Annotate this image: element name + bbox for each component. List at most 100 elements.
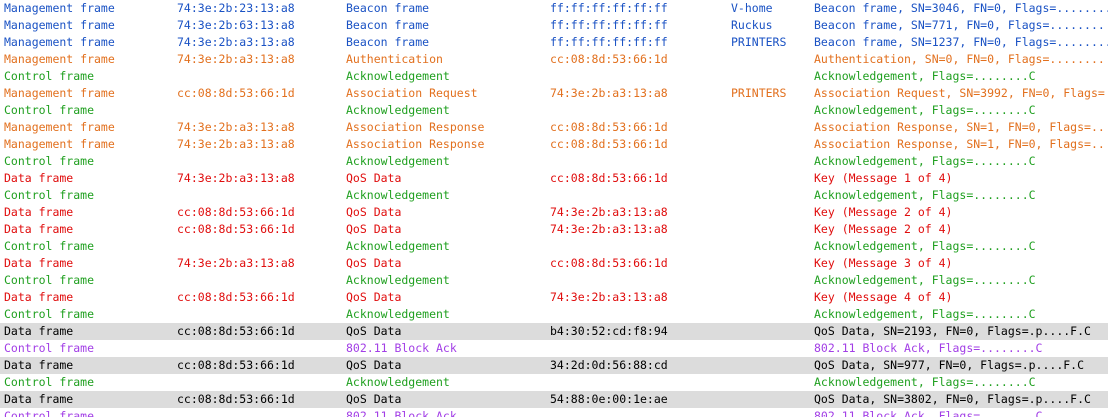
frame-subtype-cell: Acknowledgement bbox=[346, 103, 450, 117]
packet-row[interactable]: Control frame 802.11 Block Ack 802.11 Bloc… bbox=[0, 340, 1108, 357]
destination-address-cell: ff:ff:ff:ff:ff:ff bbox=[550, 1, 668, 15]
source-address-cell bbox=[177, 153, 345, 170]
packet-row[interactable]: Management frame 74:3e:2b:63:13:a8 Beacon … bbox=[0, 17, 1108, 34]
destination-address-cell: 54:88:0e:00:1e:ae bbox=[550, 392, 668, 406]
frame-type-cell: Data frame bbox=[4, 222, 74, 236]
packet-row[interactable]: Control frame Acknowledgement Acknowledgem… bbox=[0, 68, 1108, 85]
source-address-cell bbox=[177, 340, 345, 357]
packet-row[interactable]: Data frame cc:08:8d:53:66:1d QoS Data 34:2d… bbox=[0, 357, 1108, 374]
packet-row[interactable]: Data frame cc:08:8d:53:66:1d QoS Data 74:3e… bbox=[0, 289, 1108, 306]
ssid-cell bbox=[731, 153, 813, 170]
packet-list[interactable]: Management frame 74:3e:2b:23:13:a8 Beacon … bbox=[0, 0, 1108, 417]
destination-address-cell: cc:08:8d:53:66:1d bbox=[550, 256, 668, 270]
packet-row[interactable]: Data frame cc:08:8d:53:66:1d QoS Data b4:30… bbox=[0, 323, 1108, 340]
ssid-cell bbox=[731, 391, 813, 408]
info-cell: QoS Data, SN=3802, FN=0, Flags=.p....F.C bbox=[814, 392, 1091, 406]
frame-subtype-cell: Acknowledgement bbox=[346, 273, 450, 287]
info-cell: QoS Data, SN=2193, FN=0, Flags=.p....F.C bbox=[814, 324, 1091, 338]
source-address-cell: cc:08:8d:53:66:1d bbox=[177, 86, 295, 100]
frame-type-cell: Control frame bbox=[4, 69, 95, 83]
packet-row[interactable]: Control frame Acknowledgement Acknowledgem… bbox=[0, 102, 1108, 119]
destination-address-cell bbox=[550, 187, 728, 204]
frame-type-cell: Control frame bbox=[4, 273, 95, 287]
frame-type-cell: Management frame bbox=[4, 35, 115, 49]
frame-subtype-cell: QoS Data bbox=[346, 358, 402, 372]
frame-subtype-cell: 802.11 Block Ack bbox=[346, 409, 457, 417]
frame-subtype-cell: Acknowledgement bbox=[346, 188, 450, 202]
destination-address-cell: ff:ff:ff:ff:ff:ff bbox=[550, 35, 668, 49]
info-cell: Key (Message 1 of 4) bbox=[814, 171, 953, 185]
frame-type-cell: Control frame bbox=[4, 103, 95, 117]
packet-row[interactable]: Control frame Acknowledgement Acknowledgem… bbox=[0, 187, 1108, 204]
packet-row[interactable]: Data frame cc:08:8d:53:66:1d QoS Data 74:3e… bbox=[0, 221, 1108, 238]
packet-row[interactable]: Management frame 74:3e:2b:a3:13:a8 Associa… bbox=[0, 136, 1108, 153]
ssid-cell: PRINTERS bbox=[731, 35, 787, 49]
destination-address-cell: cc:08:8d:53:66:1d bbox=[550, 137, 668, 151]
packet-row[interactable]: Data frame 74:3e:2b:a3:13:a8 QoS Data cc:08… bbox=[0, 255, 1108, 272]
info-cell: Acknowledgement, Flags=........C bbox=[814, 375, 1036, 389]
packet-row[interactable]: Management frame 74:3e:2b:23:13:a8 Beacon … bbox=[0, 0, 1108, 17]
info-cell: Acknowledgement, Flags=........C bbox=[814, 239, 1036, 253]
source-address-cell: 74:3e:2b:a3:13:a8 bbox=[177, 35, 295, 49]
packet-row[interactable]: Control frame Acknowledgement Acknowledgem… bbox=[0, 374, 1108, 391]
packet-row[interactable]: Control frame Acknowledgement Acknowledgem… bbox=[0, 238, 1108, 255]
ssid-cell bbox=[731, 272, 813, 289]
destination-address-cell: 74:3e:2b:a3:13:a8 bbox=[550, 222, 668, 236]
frame-type-cell: Control frame bbox=[4, 154, 95, 168]
frame-subtype-cell: Beacon frame bbox=[346, 18, 430, 32]
packet-row[interactable]: Management frame cc:08:8d:53:66:1d Associa… bbox=[0, 85, 1108, 102]
frame-subtype-cell: Acknowledgement bbox=[346, 69, 450, 83]
packet-row[interactable]: Control frame Acknowledgement Acknowledgem… bbox=[0, 272, 1108, 289]
destination-address-cell bbox=[550, 153, 728, 170]
destination-address-cell: ff:ff:ff:ff:ff:ff bbox=[550, 18, 668, 32]
packet-row[interactable]: Management frame 74:3e:2b:a3:13:a8 Authent… bbox=[0, 51, 1108, 68]
ssid-cell bbox=[731, 51, 813, 68]
info-cell: Key (Message 2 of 4) bbox=[814, 205, 953, 219]
frame-type-cell: Data frame bbox=[4, 205, 74, 219]
destination-address-cell bbox=[550, 408, 728, 417]
frame-subtype-cell: QoS Data bbox=[346, 256, 402, 270]
ssid-cell: V-home bbox=[731, 1, 773, 15]
packet-row[interactable]: Control frame Acknowledgement Acknowledgem… bbox=[0, 306, 1108, 323]
packet-row[interactable]: Data frame cc:08:8d:53:66:1d QoS Data 54:88… bbox=[0, 391, 1108, 408]
packet-row[interactable]: Management frame 74:3e:2b:a3:13:a8 Beacon … bbox=[0, 34, 1108, 51]
info-cell: Key (Message 2 of 4) bbox=[814, 222, 953, 236]
ssid-cell bbox=[731, 306, 813, 323]
source-address-cell: 74:3e:2b:63:13:a8 bbox=[177, 18, 295, 32]
packet-row[interactable]: Data frame cc:08:8d:53:66:1d QoS Data 74:3e… bbox=[0, 204, 1108, 221]
source-address-cell: 74:3e:2b:a3:13:a8 bbox=[177, 171, 295, 185]
destination-address-cell bbox=[550, 272, 728, 289]
destination-address-cell bbox=[550, 340, 728, 357]
destination-address-cell bbox=[550, 102, 728, 119]
frame-subtype-cell: Acknowledgement bbox=[346, 239, 450, 253]
frame-type-cell: Control frame bbox=[4, 341, 95, 355]
frame-type-cell: Control frame bbox=[4, 409, 95, 417]
info-cell: Association Response, SN=1, FN=0, Flags=… bbox=[814, 120, 1105, 134]
frame-type-cell: Management frame bbox=[4, 18, 115, 32]
source-address-cell: cc:08:8d:53:66:1d bbox=[177, 205, 295, 219]
info-cell: Association Request, SN=3992, FN=0, Flag… bbox=[814, 86, 1105, 100]
destination-address-cell: 34:2d:0d:56:88:cd bbox=[550, 358, 668, 372]
frame-subtype-cell: QoS Data bbox=[346, 392, 402, 406]
source-address-cell bbox=[177, 306, 345, 323]
frame-subtype-cell: Beacon frame bbox=[346, 35, 430, 49]
packet-row[interactable]: Data frame 74:3e:2b:a3:13:a8 QoS Data cc:08… bbox=[0, 170, 1108, 187]
packet-row[interactable]: Control frame Acknowledgement Acknowledgem… bbox=[0, 153, 1108, 170]
frame-type-cell: Management frame bbox=[4, 120, 115, 134]
frame-subtype-cell: QoS Data bbox=[346, 205, 402, 219]
frame-subtype-cell: 802.11 Block Ack bbox=[346, 341, 457, 355]
destination-address-cell: 74:3e:2b:a3:13:a8 bbox=[550, 86, 668, 100]
packet-row[interactable]: Management frame 74:3e:2b:a3:13:a8 Associa… bbox=[0, 119, 1108, 136]
info-cell: Authentication, SN=0, FN=0, Flags=......… bbox=[814, 52, 1105, 66]
frame-type-cell: Control frame bbox=[4, 188, 95, 202]
frame-subtype-cell: Beacon frame bbox=[346, 1, 430, 15]
source-address-cell: cc:08:8d:53:66:1d bbox=[177, 290, 295, 304]
frame-subtype-cell: QoS Data bbox=[346, 324, 402, 338]
info-cell: Beacon frame, SN=771, FN=0, Flags=......… bbox=[814, 18, 1105, 32]
packet-row[interactable]: Control frame 802.11 Block Ack 802.11 Bloc… bbox=[0, 408, 1108, 417]
frame-subtype-cell: QoS Data bbox=[346, 290, 402, 304]
source-address-cell: cc:08:8d:53:66:1d bbox=[177, 358, 295, 372]
destination-address-cell: cc:08:8d:53:66:1d bbox=[550, 120, 668, 134]
destination-address-cell bbox=[550, 306, 728, 323]
destination-address-cell bbox=[550, 238, 728, 255]
